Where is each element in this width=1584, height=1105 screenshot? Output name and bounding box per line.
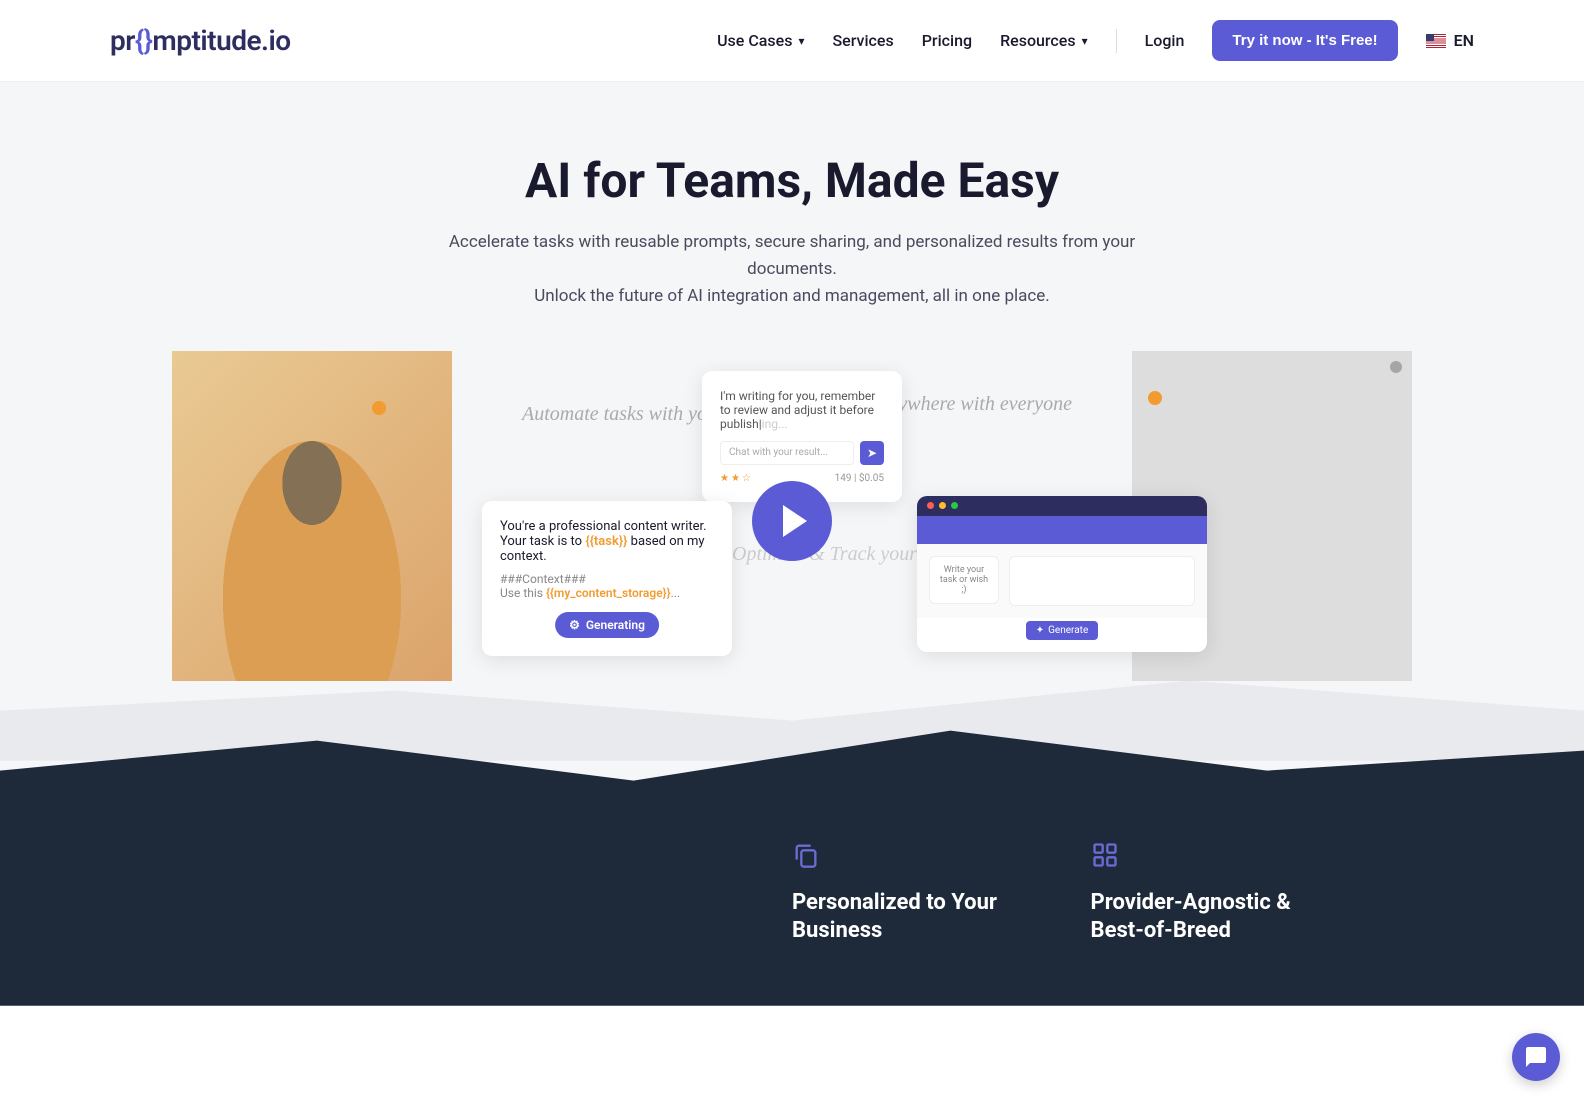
browser-titlebar <box>917 496 1207 516</box>
nav-resources-label: Resources <box>1000 31 1076 50</box>
site-header: pr{}mptitude.io Use Cases ▾ Services Pri… <box>0 0 1584 82</box>
feature-title: Provider-Agnostic & Best-of-Breed <box>1091 889 1342 946</box>
prompt-context: ###Context### Use this {{my_content_stor… <box>500 572 714 600</box>
cta-try-free-button[interactable]: Try it now - It's Free! <box>1212 20 1397 61</box>
hero-title: AI for Teams, Made Easy <box>0 152 1584 209</box>
chat-input-row: Chat with your result... ➤ <box>720 441 884 465</box>
lang-label: EN <box>1454 31 1474 50</box>
logo-text-post: mptitude.io <box>152 24 290 57</box>
nav-use-cases[interactable]: Use Cases ▾ <box>717 31 804 50</box>
features-grid: Personalized to Your Business Provider-A… <box>242 841 1342 946</box>
hero-illustration: Automate tasks with your Content Share a… <box>172 351 1412 681</box>
person-illustration <box>172 351 452 681</box>
generate-label: Generate <box>1048 625 1088 636</box>
chat-suffix: ing... <box>762 417 788 431</box>
context-label: ###Context### <box>500 572 714 586</box>
document-copy-icon <box>792 841 820 869</box>
chat-input-field: Chat with your result... <box>720 441 854 465</box>
hero-subtitle-line2: Unlock the future of AI integration and … <box>534 286 1050 306</box>
star-rating: ★★☆ <box>720 473 753 484</box>
traffic-light-yellow <box>939 502 946 509</box>
cta-label: Try it now - It's Free! <box>1232 32 1377 49</box>
hero-subtitle-line1: Accelerate tasks with reusable prompts, … <box>449 232 1135 279</box>
nav-login[interactable]: Login <box>1145 31 1185 50</box>
logo[interactable]: pr{}mptitude.io <box>110 24 291 57</box>
chat-text: I'm writing for you, remember to review … <box>720 389 884 431</box>
chat-widget-button[interactable] <box>1512 1033 1560 1081</box>
nav-pricing[interactable]: Pricing <box>922 31 972 50</box>
context-ellipsis: ... <box>671 586 681 600</box>
chat-icon <box>1524 1045 1548 1069</box>
generate-chip: ✦ Generate <box>1026 621 1099 640</box>
context-text: Use this <box>500 586 546 600</box>
connector-dot <box>1148 391 1162 405</box>
hero-subtitle: Accelerate tasks with reusable prompts, … <box>432 229 1152 311</box>
chevron-down-icon: ▾ <box>1082 34 1088 48</box>
task-input-box: Write your task or wish ;) <box>929 556 999 604</box>
sparkle-icon: ✦ <box>1036 625 1044 636</box>
browser-body: Write your task or wish ;) <box>917 544 1207 618</box>
hero-section: AI for Teams, Made Easy Accelerate tasks… <box>0 82 1584 681</box>
nav-pricing-label: Pricing <box>922 31 972 50</box>
nav-login-label: Login <box>1145 31 1185 50</box>
content-output-box <box>1009 556 1195 606</box>
illustration-card-browser: Write your task or wish ;) ✦ Generate <box>917 496 1207 652</box>
nav-resources[interactable]: Resources ▾ <box>1000 31 1088 50</box>
prompt-var-storage: {{my_content_storage}} <box>546 586 671 600</box>
traffic-light-green <box>951 502 958 509</box>
illustration-person-left <box>172 351 452 681</box>
usage-stats: 149 | $0.05 <box>835 473 884 484</box>
nav-services[interactable]: Services <box>832 31 893 50</box>
chat-text-main: I'm writing for you, remember to review … <box>720 389 875 431</box>
nav-use-cases-label: Use Cases <box>717 31 792 50</box>
generating-icon: ⚙ <box>569 618 580 632</box>
grid-icon <box>1091 841 1119 869</box>
flag-us-icon <box>1426 34 1446 48</box>
send-icon: ➤ <box>860 441 884 465</box>
nav-services-label: Services <box>832 31 893 50</box>
logo-brackets: {} <box>135 24 153 57</box>
generating-badge: ⚙ Generating <box>555 612 659 638</box>
language-switcher[interactable]: EN <box>1426 31 1474 50</box>
main-nav: Use Cases ▾ Services Pricing Resources ▾… <box>717 20 1474 61</box>
feature-provider-agnostic: Provider-Agnostic & Best-of-Breed <box>1091 841 1342 946</box>
wave-dark-shape: Personalized to Your Business Provider-A… <box>0 721 1584 1006</box>
feature-title: Personalized to Your Business <box>792 889 1011 946</box>
feature-personalized: Personalized to Your Business <box>792 841 1011 946</box>
prompt-var-task: {{task}} <box>585 534 627 549</box>
traffic-light-red <box>927 502 934 509</box>
illustration-card-prompt: You're a professional content writer. Yo… <box>482 501 732 656</box>
chevron-down-icon: ▾ <box>798 34 804 48</box>
generating-label: Generating <box>586 618 645 632</box>
wave-section: Personalized to Your Business Provider-A… <box>0 681 1584 1006</box>
browser-header-bar <box>917 516 1207 544</box>
prompt-text: You're a professional content writer. Yo… <box>500 519 714 564</box>
connector-dot <box>372 401 386 415</box>
play-video-button[interactable] <box>752 481 832 561</box>
nav-divider <box>1116 29 1117 53</box>
logo-text-pre: pr <box>110 24 135 57</box>
